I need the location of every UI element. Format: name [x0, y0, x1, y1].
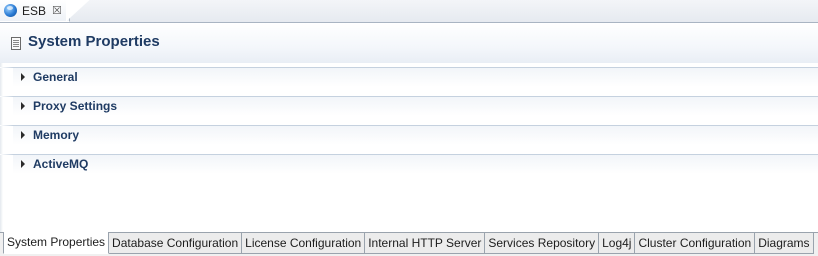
tab-internal-http-server[interactable]: Internal HTTP Server [365, 233, 486, 254]
section-general[interactable]: General [0, 67, 818, 87]
editor-tab-strip: ESB ☒ [0, 0, 818, 23]
tab-log4j[interactable]: Log4j [599, 233, 636, 254]
section-activemq[interactable]: ActiveMQ [0, 154, 818, 174]
esb-globe-icon [4, 4, 17, 17]
section-label[interactable]: General [33, 70, 78, 84]
form-header: System Properties [0, 23, 818, 63]
expand-arrow-icon[interactable] [21, 131, 25, 139]
tab-system-properties[interactable]: System Properties [3, 232, 110, 254]
section-label[interactable]: ActiveMQ [33, 157, 88, 171]
tab-database-configuration[interactable]: Database Configuration [109, 233, 243, 254]
page-tab-bar: System Properties Database Configuration… [0, 232, 818, 256]
tab-license-configuration[interactable]: License Configuration [242, 233, 366, 254]
editor-tab-esb[interactable]: ESB ☒ [0, 0, 70, 22]
expand-arrow-icon[interactable] [21, 160, 25, 168]
page-title: System Properties [28, 33, 160, 50]
expand-arrow-icon[interactable] [21, 73, 25, 81]
tab-cluster-configuration[interactable]: Cluster Configuration [635, 233, 756, 254]
close-icon[interactable]: ☒ [52, 5, 62, 16]
tab-diagrams[interactable]: Diagrams [755, 233, 814, 254]
editor-window: ESB ☒ System Properties General Proxy Se… [0, 0, 818, 256]
section-label[interactable]: Proxy Settings [33, 99, 117, 113]
document-icon [11, 37, 21, 50]
tab-curve-decoration [66, 0, 90, 22]
tab-services-repository[interactable]: Services Repository [485, 233, 600, 254]
section-proxy-settings[interactable]: Proxy Settings [0, 96, 818, 116]
page-tabs: System Properties Database Configuration… [3, 232, 814, 255]
expand-arrow-icon[interactable] [21, 102, 25, 110]
section-label[interactable]: Memory [33, 128, 79, 142]
editor-tab-label: ESB [22, 3, 47, 18]
section-memory[interactable]: Memory [0, 125, 818, 145]
